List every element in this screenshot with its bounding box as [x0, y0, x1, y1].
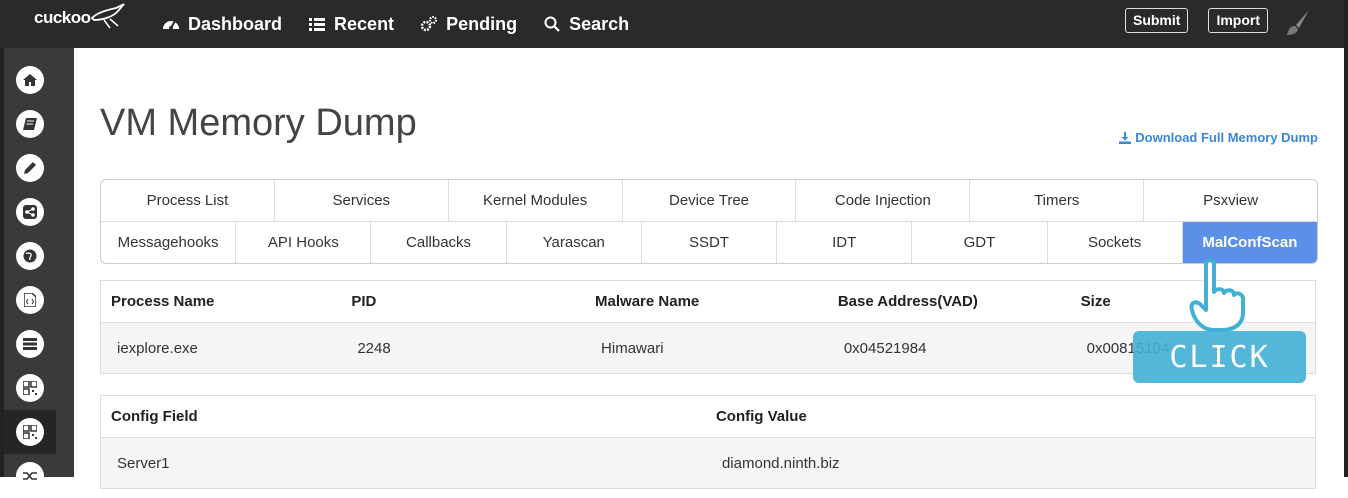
sidebar-item-network[interactable]: [4, 234, 56, 278]
pointing-hand-icon: [1184, 258, 1246, 339]
table-cell: 2248: [341, 322, 586, 374]
globe-icon: [16, 242, 44, 270]
tab-yarascan[interactable]: Yarascan: [507, 222, 642, 263]
tab-sockets[interactable]: Sockets: [1048, 222, 1183, 263]
page-title: VM Memory Dump: [100, 102, 417, 144]
sidebar-item-process-memory[interactable]: [4, 322, 56, 366]
download-icon: [1119, 131, 1132, 144]
sidebar-item-behavior[interactable]: [4, 190, 56, 234]
code-file-icon: [16, 286, 44, 314]
sidebar-item-home[interactable]: [4, 58, 56, 102]
sidebar-item-more[interactable]: [4, 454, 56, 498]
download-link-label: Download Full Memory Dump: [1135, 130, 1318, 145]
nav-buttons: Submit Import: [1124, 8, 1268, 33]
top-navbar: cuckoo Dashboard Recent Pending Search S…: [0, 0, 1348, 48]
column-header: Base Address(VAD): [827, 280, 1071, 323]
random-icon: [16, 462, 44, 490]
pencil-icon: [16, 154, 44, 182]
table-cell: iexplore.exe: [100, 322, 342, 374]
search-icon: [543, 15, 561, 33]
home-icon: [16, 66, 44, 94]
cogs-icon: [420, 15, 438, 33]
table-cell: Server1: [100, 437, 706, 489]
tab-gdt[interactable]: GDT: [912, 222, 1048, 263]
list-icon: [308, 15, 326, 33]
tab-ssdt[interactable]: SSDT: [642, 222, 778, 263]
column-header: Config Value: [705, 395, 1316, 438]
nav-search-label: Search: [569, 13, 630, 34]
nav-recent-label: Recent: [334, 13, 395, 34]
qrcode-icon: [16, 374, 44, 402]
column-header: Config Field: [100, 395, 706, 438]
brand-logo[interactable]: cuckoo: [34, 3, 125, 29]
server-icon: [16, 330, 44, 358]
tab-psxview[interactable]: Psxview: [1144, 180, 1317, 221]
paint-brush-icon[interactable]: [1282, 8, 1312, 43]
window-frame-right: [1344, 0, 1348, 477]
sidebar-item-summary[interactable]: [4, 102, 56, 146]
column-header: PID: [341, 280, 586, 323]
table-cell: diamond.ninth.biz: [705, 437, 1316, 489]
main-content: VM Memory Dump Download Full Memory Dump…: [74, 48, 1344, 489]
tab-device-tree[interactable]: Device Tree: [623, 180, 797, 221]
table-row: Server1 diamond.ninth.biz: [100, 437, 1316, 489]
sidebar-item-vm-memory[interactable]: [4, 410, 56, 454]
sidebar: [4, 48, 74, 490]
tab-malconfscan[interactable]: MalConfScan: [1182, 222, 1317, 263]
column-header: Malware Name: [585, 280, 828, 323]
brand-text: cuckoo: [34, 8, 91, 27]
table-cell: Himawari: [585, 322, 828, 374]
sidebar-item-dropped[interactable]: [4, 278, 56, 322]
tab-code-injection[interactable]: Code Injection: [796, 180, 971, 221]
tab-api-hooks[interactable]: API Hooks: [236, 222, 372, 263]
qrcode-icon: [16, 418, 44, 446]
column-header: Process Name: [100, 280, 342, 323]
tab-row-1: Process List Services Kernel Modules Dev…: [101, 180, 1317, 222]
nav-search[interactable]: Search: [543, 14, 629, 35]
memory-analysis-tabs: Process List Services Kernel Modules Dev…: [100, 179, 1318, 264]
share-icon: [16, 198, 44, 226]
cuckoo-bird-icon: [90, 3, 125, 29]
import-button[interactable]: Import: [1208, 8, 1268, 33]
dashboard-icon: [162, 15, 180, 33]
tab-services[interactable]: Services: [275, 180, 449, 221]
tab-process-list[interactable]: Process List: [101, 180, 275, 221]
tab-messagehooks[interactable]: Messagehooks: [101, 222, 237, 263]
tab-kernel-modules[interactable]: Kernel Modules: [449, 180, 623, 221]
nav-dashboard[interactable]: Dashboard: [162, 14, 282, 35]
nav-pending-label: Pending: [446, 13, 518, 34]
main-nav: Dashboard Recent Pending Search: [162, 0, 629, 48]
config-table: Config Field Config Value Server1 diamon…: [100, 395, 1316, 489]
sidebar-item-compare[interactable]: [4, 366, 56, 410]
tab-idt[interactable]: IDT: [777, 222, 913, 263]
tab-row-2: Messagehooks API Hooks Callbacks Yarasca…: [101, 222, 1317, 263]
download-full-memory-dump-link[interactable]: Download Full Memory Dump: [1119, 130, 1318, 145]
tab-timers[interactable]: Timers: [970, 180, 1145, 221]
nav-pending[interactable]: Pending: [420, 14, 517, 35]
table-header-row: Process Name PID Malware Name Base Addre…: [100, 280, 1316, 323]
table-cell: 0x04521984: [827, 322, 1071, 374]
nav-recent[interactable]: Recent: [308, 14, 394, 35]
tab-callbacks[interactable]: Callbacks: [371, 222, 507, 263]
submit-button[interactable]: Submit: [1124, 8, 1189, 33]
book-icon: [16, 110, 44, 138]
sidebar-item-static[interactable]: [4, 146, 56, 190]
nav-dashboard-label: Dashboard: [188, 13, 283, 34]
click-indicator-badge: CLICK: [1133, 331, 1306, 383]
table-header-row: Config Field Config Value: [100, 395, 1316, 438]
